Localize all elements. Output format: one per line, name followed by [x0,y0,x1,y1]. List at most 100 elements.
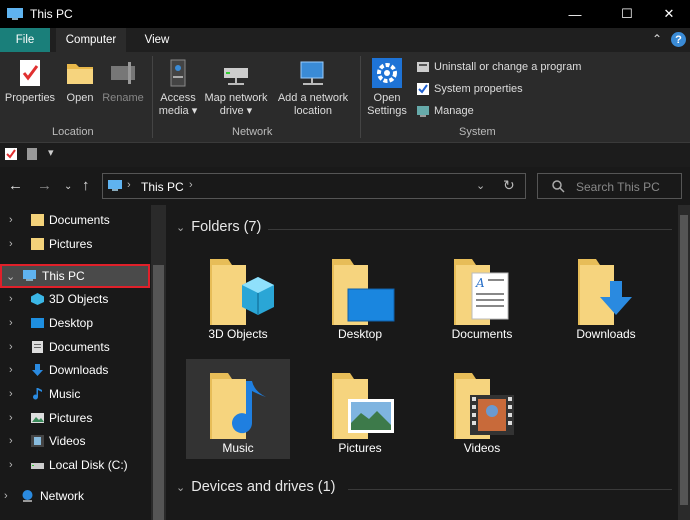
folder-label: Music [222,441,254,455]
chevron-right-icon[interactable]: › [9,238,13,250]
sidebar-item-3d-objects[interactable]: › 3D Objects [0,288,150,310]
folder-tile-pictures[interactable]: Pictures [308,359,412,459]
open-settings-button[interactable]: Open Settings [364,58,410,118]
3d-objects-icon [31,293,44,305]
chevron-right-icon[interactable]: › [9,435,13,447]
customize-toolbar-icon[interactable]: ▾ [48,146,54,159]
3d-objects-folder-icon [210,259,274,325]
content-scrollbar[interactable] [678,205,690,520]
map-network-drive-button[interactable]: Map network drive ▾ [202,58,270,118]
sidebar-item-label: Network [40,489,85,503]
address-dropdown-icon[interactable]: ⌄ [476,179,485,192]
properties-quick-icon[interactable] [4,147,18,161]
tab-computer[interactable]: Computer [56,28,126,52]
sidebar-item-label: Downloads [49,363,109,377]
quick-access-toolbar: ▾ [0,143,690,167]
folder-tile-desktop[interactable]: Desktop [308,245,412,345]
sidebar-item-this-pc[interactable]: ⌄ This PC [0,264,150,288]
sidebar-scrollbar[interactable] [151,205,166,520]
sidebar-item-downloads[interactable]: › Downloads [0,359,150,381]
maximize-button[interactable]: ☐ [604,0,650,28]
location-group-label: Location [52,126,94,138]
map-drive-label-2: drive ▾ [219,105,253,117]
sidebar-scrollbar-thumb[interactable] [153,265,164,520]
sidebar-item-pictures[interactable]: › Pictures [0,407,150,429]
up-arrow-icon[interactable]: ↑ [82,177,90,194]
folder-tile-music[interactable]: Music [186,359,290,459]
sidebar-item-local-disk[interactable]: › Local Disk (C:) [0,454,150,476]
manage-button[interactable]: Manage [416,104,474,118]
chevron-right-icon[interactable]: › [9,317,13,329]
tab-view[interactable]: View [134,28,180,52]
chevron-down-icon[interactable]: ⌄ [176,221,185,234]
breadcrumb-this-pc[interactable]: This PC [141,180,184,194]
system-properties-button[interactable]: System properties [416,82,523,96]
tab-file[interactable]: File [0,28,50,52]
sidebar-item-music[interactable]: › Music [0,383,150,405]
chevron-right-icon[interactable]: › [9,412,13,424]
folders-group-header[interactable]: ⌄ Folders (7) [176,219,261,235]
rename-icon [106,58,140,88]
sidebar-item-network[interactable]: › Network [0,485,150,507]
folder-label: Desktop [337,327,383,341]
system-properties-icon [417,83,429,95]
chevron-right-icon[interactable]: › [9,214,13,226]
folder-tile-3d-objects[interactable]: 3D Objects [186,245,290,345]
back-arrow-icon[interactable]: ← [8,177,23,194]
group-divider [268,229,672,230]
devices-group-header[interactable]: ⌄ Devices and drives (1) [176,479,335,495]
close-button[interactable]: ✕ [646,0,690,28]
chevron-down-icon[interactable]: ⌄ [176,481,185,494]
chevron-right-icon[interactable]: › [9,388,13,400]
system-properties-label: System properties [434,83,523,95]
new-folder-quick-icon[interactable] [26,147,38,161]
recent-locations-icon[interactable]: ⌄ [64,181,72,192]
network-group-label: Network [232,126,273,138]
sidebar-item-documents-quick[interactable]: › Documents [0,209,150,231]
open-settings-label-2: Settings [367,105,407,117]
sidebar-item-label: Music [49,387,81,401]
refresh-icon[interactable]: ↻ [503,177,515,194]
add-network-location-button[interactable]: Add a network location [274,58,352,118]
window-title: This PC [30,7,73,21]
chevron-right-icon[interactable]: › [9,459,13,471]
breadcrumb-chevron-icon[interactable]: › [189,179,193,191]
rename-button[interactable]: Rename [102,58,144,105]
properties-button[interactable]: Properties [4,58,56,105]
folder-tile-documents[interactable]: A Documents [430,245,534,345]
folder-tile-downloads[interactable]: Downloads [554,245,658,345]
help-icon[interactable]: ? [671,32,686,47]
add-location-label-2: location [294,105,332,117]
folder-tile-videos[interactable]: Videos [430,359,534,459]
chevron-right-icon[interactable]: › [9,341,13,353]
forward-arrow-icon[interactable]: → [37,177,52,194]
chevron-right-icon[interactable]: › [9,364,13,376]
open-button[interactable]: Open [62,58,98,105]
minimize-button[interactable]: — [552,0,598,28]
chevron-down-icon[interactable]: ⌄ [6,270,15,283]
sidebar-item-label: Local Disk (C:) [49,458,128,472]
sidebar-item-label: Videos [49,434,86,448]
folder-label: Documents [451,327,513,341]
chevron-right-icon[interactable]: › [4,490,8,502]
ribbon-tabs: File Computer View ⌃ ? [0,28,690,52]
sidebar-item-pictures-quick[interactable]: › Pictures [0,233,150,255]
sidebar-item-videos[interactable]: › Videos [0,430,150,452]
content-scrollbar-thumb[interactable] [680,215,688,505]
system-group-label: System [459,126,496,138]
ribbon-separator [152,56,153,138]
download-arrow-icon [32,364,43,376]
sidebar-item-documents[interactable]: › Documents [0,336,150,358]
sidebar-item-desktop[interactable]: › Desktop [0,312,150,334]
folder-icon [31,238,44,250]
uninstall-program-button[interactable]: Uninstall or change a program [416,60,581,74]
navigation-pane: › Documents › Pictures ⌄ This PC › 3D Ob… [0,205,166,520]
address-bar[interactable]: › This PC › ⌄ ↻ [102,173,526,199]
chevron-right-icon[interactable]: › [9,293,13,305]
open-label: Open [66,92,94,104]
chevron-up-icon[interactable]: ⌃ [652,32,666,46]
search-box[interactable]: Search This PC [537,173,682,199]
access-media-button[interactable]: Access media ▾ [156,58,200,118]
breadcrumb-chevron-icon[interactable]: › [127,179,131,191]
settings-gear-icon [370,58,404,88]
